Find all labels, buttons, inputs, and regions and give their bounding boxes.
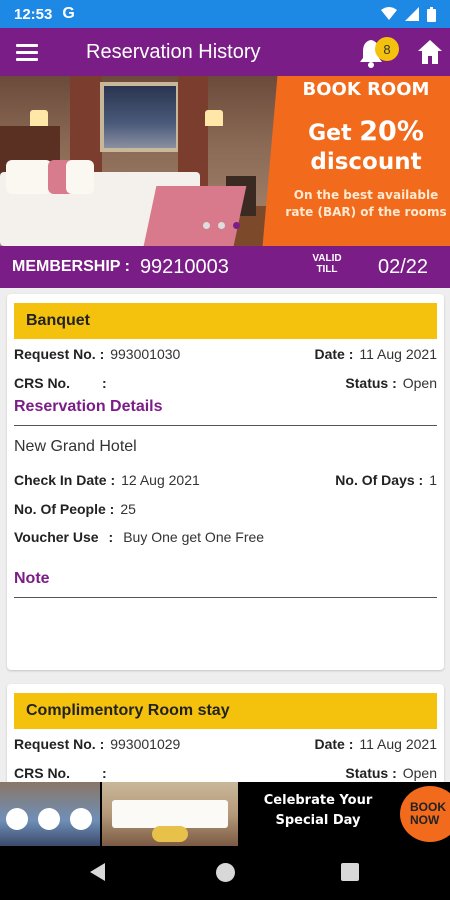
signal-icon [405,7,419,21]
reservation-type: Complimentory Room stay [14,693,437,729]
wifi-icon [381,7,397,20]
recent-apps-icon[interactable] [341,863,359,881]
membership-number: 99210003 [139,255,229,278]
valid-till-date: 02/22 [378,256,429,278]
app-bar: Reservation History 8 [0,28,450,76]
hotel-room-photo [0,76,290,246]
checkin-row: Check In Date : 12 Aug 2021 No. Of Days … [14,472,437,488]
carousel-dot-1[interactable] [203,222,210,229]
promo-offer: BOOK ROOM Get 20% discount On the best a… [262,76,450,246]
ad-banner[interactable]: Celebrate Your Special Day BOOK NOW [0,782,450,846]
number-of-days: 1 [429,472,437,488]
notifications-button[interactable]: 8 [358,34,402,70]
reservation-status: Open [402,765,437,781]
home-circle-icon[interactable] [216,863,235,882]
back-icon[interactable] [90,863,105,881]
voucher-use: Buy One get One Free [123,529,265,545]
membership-bar: MEMBERSHIP : 99210003 VALID TILL 02/22 [0,246,450,288]
divider [14,425,437,426]
crs-row: CRS No. : Status : Open [14,765,437,781]
carousel-indicator [203,222,240,229]
home-icon[interactable] [416,38,444,66]
promo-terms: On the best available rate (BAR) of the … [285,188,447,219]
people-row: No. Of People : 25 [14,501,136,517]
page-title: Reservation History [86,40,261,63]
menu-icon[interactable] [16,35,50,69]
reservation-type: Banquet [14,303,437,339]
battery-icon [427,6,436,22]
ad-tagline: Celebrate Your Special Day [263,793,373,828]
promo-get: Get 20% [308,116,424,147]
reservation-details-heading: Reservation Details [14,398,163,415]
dining-setup-photo [102,782,238,846]
status-time: 12:53 [14,5,53,23]
hotel-name: New Grand Hotel [14,438,137,455]
google-app-icon: G [62,5,75,22]
check-in-date: 12 Aug 2021 [121,472,200,488]
request-date: 11 Aug 2021 [359,736,437,752]
membership-label: MEMBERSHIP : [12,258,130,275]
request-date: 11 Aug 2021 [359,346,437,362]
request-row: Request No. : 993001029 Date :11 Aug 202… [14,736,437,752]
notification-count-badge: 8 [375,37,399,61]
status-bar: 12:53 G [0,0,450,28]
carousel-dot-3[interactable] [233,222,240,229]
crs-row: CRS No. : Status : Open [14,375,437,391]
number-of-people: 25 [120,501,136,517]
banquet-hall-photo [0,782,100,846]
valid-till-label: VALID TILL [312,253,342,275]
carousel-dot-2[interactable] [218,222,225,229]
promo-discount: discount [310,149,422,175]
reservation-status: Open [402,375,437,391]
request-number: 993001029 [110,736,181,752]
promo-heading: BOOK ROOM [302,79,430,100]
request-row: Request No. : 993001030 Date :11 Aug 202… [14,346,437,362]
system-nav-bar [0,846,450,900]
reservation-card[interactable]: Banquet Request No. : 993001030 Date :11… [7,294,444,670]
request-number: 993001030 [110,346,181,362]
note-heading: Note [14,570,50,587]
promo-banner[interactable]: BOOK ROOM Get 20% discount On the best a… [0,76,450,246]
voucher-row: Voucher Use : Buy One get One Free [14,529,265,545]
divider [14,597,437,598]
book-now-button[interactable]: BOOK NOW [400,786,450,842]
status-icons [381,6,436,22]
